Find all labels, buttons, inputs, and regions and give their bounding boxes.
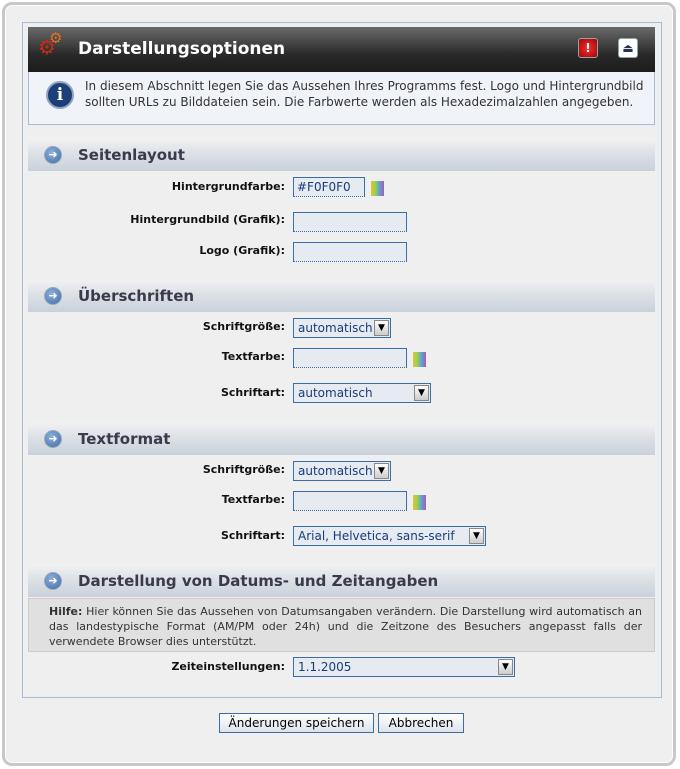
collapse-icon[interactable]: ⏏: [618, 38, 638, 58]
text-font-label: Schriftart:: [220, 529, 285, 542]
logo-input[interactable]: [293, 242, 407, 262]
section-title: Seitenlayout: [78, 146, 185, 164]
select-value: automatisch: [298, 464, 373, 478]
select-value: automatisch: [298, 321, 373, 335]
text-size-label: Schriftgröße:: [202, 463, 285, 476]
color-picker-icon[interactable]: [371, 181, 384, 196]
select-value: automatisch: [298, 386, 373, 400]
section-title: Textformat: [78, 430, 171, 448]
chevron-down-icon: ▼: [374, 320, 389, 336]
cancel-button[interactable]: Abbrechen: [378, 713, 464, 733]
bg-color-label: Hintergrundfarbe:: [171, 180, 285, 193]
heading-color-input[interactable]: [293, 348, 407, 368]
section-header-ueberschriften[interactable]: ➜ Überschriften: [28, 279, 655, 312]
arrow-right-icon: ➜: [44, 287, 62, 305]
page-title: Darstellungsoptionen: [78, 39, 286, 59]
help-label: Hilfe:: [49, 605, 83, 618]
chevron-down-icon: ▼: [498, 659, 513, 675]
text-color-label: Textfarbe:: [221, 493, 285, 506]
info-icon: i: [46, 81, 74, 109]
bg-image-input[interactable]: [293, 212, 407, 232]
section-title: Darstellung von Datums- und Zeitangaben: [78, 572, 439, 590]
gear-small-icon: ⚙: [49, 29, 63, 47]
chevron-down-icon: ▼: [469, 528, 484, 544]
time-settings-select[interactable]: 1.1.2005 ▼: [293, 657, 515, 677]
info-box: i In diesem Abschnitt legen Sie das Auss…: [28, 72, 655, 125]
section-header-textformat[interactable]: ➜ Textformat: [28, 422, 655, 455]
heading-font-select[interactable]: automatisch ▼: [293, 383, 431, 403]
help-text: Hier können Sie das Aussehen von Datumsa…: [49, 605, 642, 648]
text-size-select[interactable]: automatisch ▼: [293, 461, 391, 481]
bg-image-label: Hintergrundbild (Grafik):: [130, 213, 285, 226]
arrow-right-icon: ➜: [44, 146, 62, 164]
color-picker-icon[interactable]: [413, 495, 426, 510]
chevron-down-icon: ▼: [414, 385, 429, 401]
heading-size-label: Schriftgröße:: [202, 320, 285, 333]
bg-color-input[interactable]: #F0F0F0: [293, 177, 365, 197]
heading-font-label: Schriftart:: [220, 386, 285, 399]
help-box: Hilfe: Hier können Sie das Aussehen von …: [28, 598, 655, 652]
logo-label: Logo (Grafik):: [199, 244, 285, 257]
section-header-seitenlayout[interactable]: ➜ Seitenlayout: [28, 138, 655, 171]
text-color-input[interactable]: [293, 491, 407, 511]
time-settings-label: Zeiteinstellungen:: [171, 660, 285, 673]
chevron-down-icon: ▼: [374, 463, 389, 479]
heading-color-label: Textfarbe:: [221, 350, 285, 363]
select-value: 1.1.2005: [298, 660, 352, 674]
select-value: Arial, Helvetica, sans-serif: [298, 529, 455, 543]
save-button[interactable]: Änderungen speichern: [219, 713, 374, 733]
info-text: In diesem Abschnitt legen Sie das Ausseh…: [85, 79, 644, 109]
color-picker-icon[interactable]: [413, 352, 426, 367]
section-header-datum[interactable]: ➜ Darstellung von Datums- und Zeitangaben: [28, 564, 655, 597]
text-font-select[interactable]: Arial, Helvetica, sans-serif ▼: [293, 526, 486, 546]
arrow-right-icon: ➜: [44, 572, 62, 590]
alert-icon[interactable]: !: [578, 38, 598, 58]
section-title: Überschriften: [78, 287, 195, 305]
heading-size-select[interactable]: automatisch ▼: [293, 318, 391, 338]
panel-header: ⚙ ⚙ Darstellungsoptionen ! ⏏: [28, 27, 655, 72]
arrow-right-icon: ➜: [44, 430, 62, 448]
